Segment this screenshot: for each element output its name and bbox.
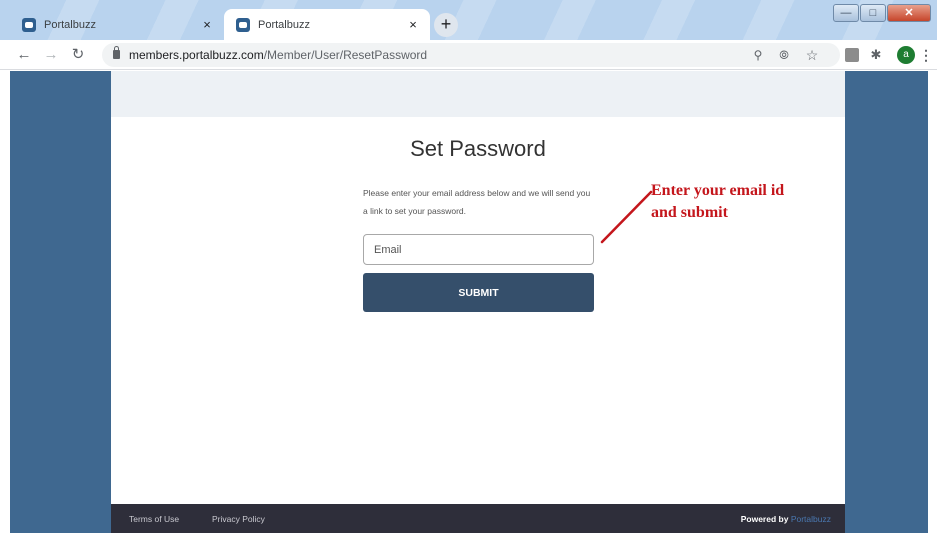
- puzzle-icon[interactable]: ✱: [869, 48, 883, 62]
- reload-icon[interactable]: ↻: [68, 45, 88, 65]
- privacy-policy-link[interactable]: Privacy Policy: [212, 514, 265, 524]
- browser-toolbar: ← → ↻ members.portalbuzz.com/Member/User…: [0, 40, 937, 70]
- content-card: Set Password Please enter your email add…: [111, 71, 845, 533]
- url-text: members.portalbuzz.com/Member/User/Reset…: [129, 48, 427, 62]
- tab-title: Portalbuzz: [44, 18, 96, 31]
- annotation-text: Enter your email id and submit: [651, 180, 784, 224]
- page-title: Set Password: [410, 136, 546, 161]
- back-arrow-icon[interactable]: ←: [14, 45, 34, 65]
- profile-avatar[interactable]: a: [897, 46, 915, 64]
- url-host: members.portalbuzz.com: [129, 48, 264, 62]
- annotation-line-1: Enter your email id: [651, 182, 785, 199]
- tab-close-icon[interactable]: ×: [198, 17, 216, 32]
- tab-portalbuzz-inactive[interactable]: Portalbuzz ×: [10, 9, 224, 40]
- terms-of-use-link[interactable]: Terms of Use: [129, 514, 179, 524]
- annotation-arrow: [600, 190, 653, 244]
- url-path: /Member/User/ResetPassword: [263, 48, 428, 62]
- window-controls: — □ ✕: [832, 4, 931, 22]
- forward-arrow-icon[interactable]: →: [41, 45, 61, 65]
- email-input[interactable]: [363, 234, 594, 265]
- new-tab-button[interactable]: +: [434, 13, 458, 37]
- header-band: [111, 71, 845, 117]
- page-footer: Terms of Use Privacy Policy Powered by P…: [111, 504, 845, 533]
- instructions-text: Please enter your email address below an…: [363, 188, 591, 216]
- eye-off-icon[interactable]: ⦾: [776, 47, 792, 63]
- star-icon[interactable]: ☆: [804, 47, 820, 63]
- powered-by-label: Powered by: [740, 514, 789, 524]
- maximize-button[interactable]: □: [860, 4, 886, 22]
- browser-titlebar: Portalbuzz × Portalbuzz × + — □ ✕: [0, 0, 937, 40]
- tab-close-icon[interactable]: ×: [404, 17, 422, 32]
- page-viewport: Set Password Please enter your email add…: [10, 71, 928, 533]
- portalbuzz-favicon-icon: [22, 17, 36, 32]
- submit-button[interactable]: SUBMIT: [363, 273, 594, 312]
- kebab-menu-icon[interactable]: ⋮: [919, 48, 933, 62]
- minimize-button[interactable]: —: [833, 4, 859, 22]
- portalbuzz-favicon-icon: [236, 17, 250, 32]
- portalbuzz-link[interactable]: Portalbuzz: [791, 514, 831, 524]
- tab-title: Portalbuzz: [258, 18, 310, 31]
- window-close-button[interactable]: ✕: [887, 4, 931, 22]
- annotation-line-2: and submit: [651, 204, 728, 221]
- zoom-icon[interactable]: ⚲: [750, 47, 766, 63]
- powered-by-text: Powered by Portalbuzz: [741, 514, 831, 524]
- lock-icon[interactable]: [113, 46, 120, 59]
- pdf-extension-icon[interactable]: [845, 48, 859, 62]
- address-bar[interactable]: members.portalbuzz.com/Member/User/Reset…: [102, 43, 840, 67]
- tab-portalbuzz-active[interactable]: Portalbuzz ×: [224, 9, 430, 40]
